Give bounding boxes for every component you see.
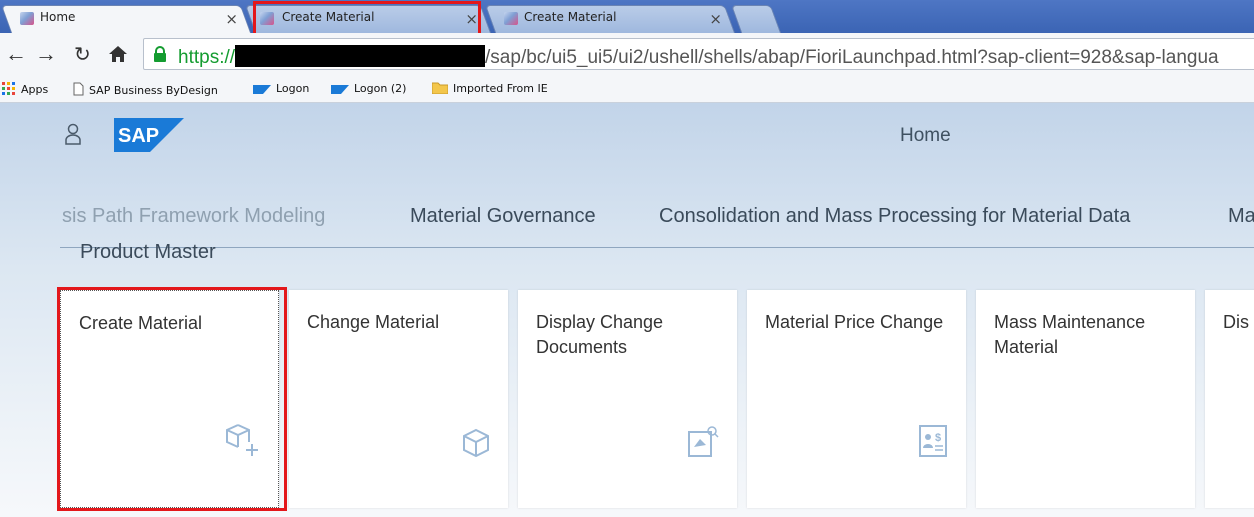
bookmark-logon-2[interactable]: Logon (2) [331,82,406,97]
group-tab-more[interactable]: Ma [1228,205,1254,228]
tab-home[interactable]: Home × [0,5,252,33]
bookmark-label: SAP Business ByDesign [89,84,218,97]
redacted-host [235,45,486,67]
tile-title: Material Price Change [765,312,944,332]
sap-logo-text: SAP [118,125,159,147]
tile-display-partial[interactable]: Dis [1205,290,1254,508]
forward-arrow-icon[interactable]: → [35,41,57,67]
sap-logo-icon [253,84,271,97]
tile-change-material[interactable]: Change Material [289,290,508,508]
home-icon[interactable] [108,43,128,69]
back-arrow-icon[interactable]: ← [5,41,27,67]
product-icon [462,428,490,463]
bookmark-label: Apps [21,83,49,96]
group-divider [60,247,1254,248]
tile-material-price-change[interactable]: Material Price Change $ [747,290,966,508]
url-scheme: https:// [178,47,236,68]
address-bar[interactable]: https:// /sap/bc/ui5_ui5/ui2/ushell/shell… [143,38,1254,70]
svg-text:$: $ [935,432,941,444]
bookmark-apps[interactable]: Apps [2,82,48,98]
tab-close-icon[interactable]: × [225,10,238,28]
document-search-icon [687,424,719,463]
tab-title: Home [40,10,76,24]
lock-icon [153,46,167,69]
new-tab-button[interactable] [730,5,782,33]
shell-title: Home [900,125,951,146]
folder-icon [431,82,449,97]
bookmark-label: Logon [276,82,310,95]
apps-grid-icon [2,82,16,98]
sap-logo: SAP [114,118,184,157]
group-title: Product Master [80,241,216,263]
tile-title: Change Material [307,312,440,332]
bookmark-logon[interactable]: Logon [253,82,309,97]
group-tab-analysis-path[interactable]: sis Path Framework Modeling [62,205,325,228]
tile-mass-maintenance-material[interactable]: Mass Maintenance Material [976,290,1195,508]
price-document-icon: $ [918,424,948,463]
group-tab-material-governance[interactable]: Material Governance [410,205,596,228]
tile-title: Dis [1223,312,1249,332]
bookmark-imported-from-ie[interactable]: Imported From IE [431,82,548,97]
tile-title: Display Change Documents [536,312,664,357]
url-path: /sap/bc/ui5_ui5/ui2/ushell/shells/abap/F… [485,47,1219,68]
tab-create-material-2[interactable]: Create Material × [484,5,736,33]
reload-icon[interactable]: ↻ [74,42,91,67]
tile-title: Mass Maintenance Material [994,312,1146,357]
sap-favicon-icon [504,12,518,25]
highlight-box-tab [253,1,481,36]
highlight-box-tile [57,287,287,511]
group-tab-consolidation[interactable]: Consolidation and Mass Processing for Ma… [659,205,1130,228]
sap-logo-icon [331,84,349,97]
browser-toolbar: ← → ↻ https:// /sap/bc/ui5_ui5/ui2/ushell… [0,33,1254,76]
bookmark-label: Logon (2) [354,82,407,95]
bookmarks-bar: Apps SAP Business ByDesign Logon Logon (… [0,76,1254,103]
bookmark-sap-business-bydesign[interactable]: SAP Business ByDesign [73,82,218,99]
bookmark-label: Imported From IE [453,82,548,95]
browser-tab-strip: Home × Create Material × Create Material… [0,0,1254,33]
fiori-launchpad: SAP Home sis Path Framework Modeling Mat… [0,103,1254,517]
tab-close-icon[interactable]: × [709,10,722,28]
page-icon [73,82,84,99]
tile-display-change-documents[interactable]: Display Change Documents [518,290,737,508]
user-icon[interactable] [65,123,81,150]
sap-favicon-icon [20,12,34,25]
tab-title: Create Material [524,10,617,24]
